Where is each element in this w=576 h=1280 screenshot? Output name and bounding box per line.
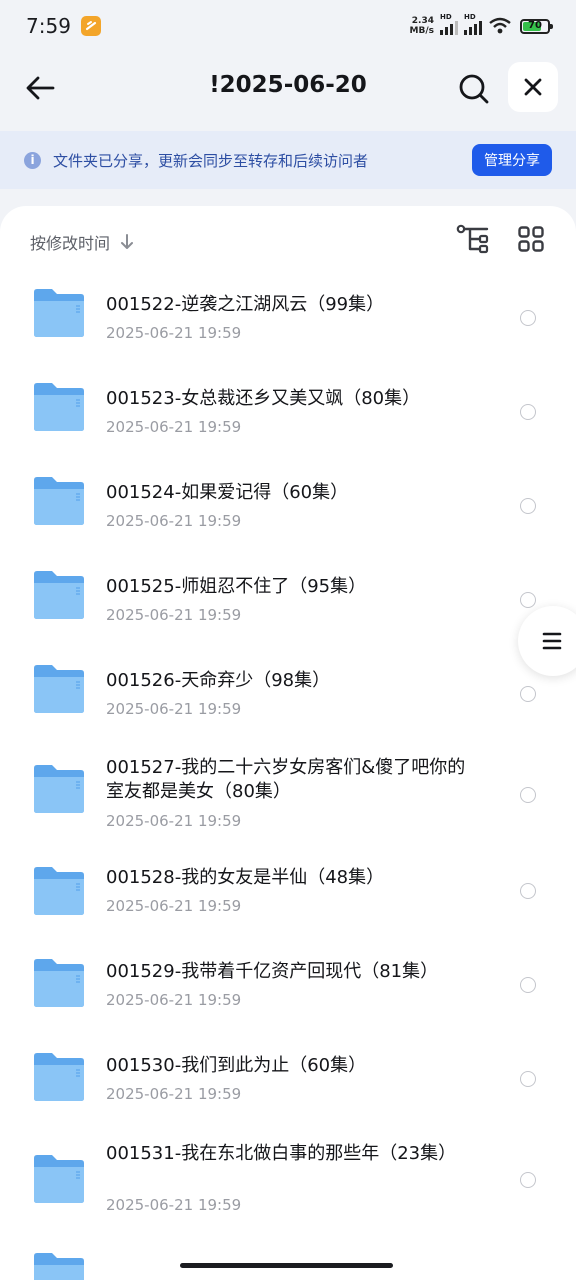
list-item[interactable]: 001528-我的女友是半仙（48集） 2025-06-21 19:59 — [0, 844, 576, 938]
folder-date: 2025-06-21 19:59 — [106, 812, 242, 830]
select-radio[interactable] — [520, 310, 536, 326]
folder-date: 2025-06-21 19:59 — [106, 606, 242, 624]
select-radio[interactable] — [520, 787, 536, 803]
list-item[interactable]: 001527-我的二十六岁女房客们&傻了吧你的室友都是美女（80集） 2025-… — [0, 738, 576, 844]
grid-view-button[interactable] — [518, 226, 546, 254]
status-bar: 7:59 2.34 MB/s HD HD 70 — [0, 0, 576, 52]
sort-down-arrow-icon — [121, 234, 134, 249]
folder-icon — [34, 765, 84, 813]
folder-name: 001525-师姐忍不住了（95集） — [106, 576, 367, 597]
status-right: 2.34 MB/s HD HD 70 — [410, 13, 553, 36]
folder-name: 001529-我带着千亿资产回现代（81集） — [106, 961, 439, 982]
folder-icon — [34, 477, 84, 525]
select-radio[interactable] — [520, 1071, 536, 1087]
header: !2025-06-20 — [0, 52, 576, 128]
select-radio[interactable] — [520, 686, 536, 702]
folder-name: 001523-女总裁还乡又美又飒（80集） — [106, 388, 421, 409]
hd-label: HD — [464, 13, 476, 21]
folder-icon — [34, 571, 84, 619]
folder-icon — [34, 665, 84, 713]
folder-name: 001531-我在东北做白事的那些年（23集） — [106, 1143, 457, 1164]
folder-icon — [34, 959, 84, 1007]
page-title: !2025-06-20 — [209, 72, 367, 98]
folder-date: 2025-06-21 19:59 — [106, 324, 242, 342]
back-arrow-icon — [26, 76, 55, 100]
folder-date: 2025-06-21 19:59 — [106, 418, 242, 436]
list-item[interactable]: 001529-我带着千亿资产回现代（81集） 2025-06-21 19:59 — [0, 938, 576, 1032]
select-radio[interactable] — [520, 592, 536, 608]
hd-label: HD — [440, 13, 452, 21]
network-speed: 2.34 MB/s — [410, 16, 434, 36]
select-radio[interactable] — [520, 498, 536, 514]
list-item[interactable]: 001523-女总裁还乡又美又飒（80集） 2025-06-21 19:59 — [0, 362, 576, 456]
folder-name: 001526-天命弃少（98集） — [106, 670, 331, 691]
close-button[interactable] — [508, 62, 558, 112]
sort-label: 按修改时间 — [30, 234, 111, 253]
folder-date: 2025-06-21 19:59 — [106, 1196, 242, 1214]
folder-date: 2025-06-21 19:59 — [106, 700, 242, 718]
folder-icon — [34, 867, 84, 915]
wifi-icon — [489, 17, 511, 34]
folder-name: 001524-如果爱记得（60集） — [106, 482, 349, 503]
list-item[interactable]: 001530-我们到此为止（60集） 2025-06-21 19:59 — [0, 1032, 576, 1126]
file-list: 001522-逆袭之江湖风云（99集） 2025-06-21 19:59 001… — [0, 268, 576, 1280]
folder-date: 2025-06-21 19:59 — [106, 512, 242, 530]
list-item[interactable] — [0, 1238, 576, 1280]
signal-icon: HD — [464, 13, 482, 35]
grid-icon — [518, 226, 544, 252]
home-indicator[interactable] — [180, 1263, 393, 1268]
manage-share-button[interactable]: 管理分享 — [472, 144, 552, 176]
select-radio[interactable] — [520, 1172, 536, 1188]
select-radio[interactable] — [520, 977, 536, 993]
list-item[interactable]: 001524-如果爱记得（60集） 2025-06-21 19:59 — [0, 456, 576, 550]
info-icon: i — [24, 151, 41, 169]
select-radio[interactable] — [520, 404, 536, 420]
signal-icon: HD — [440, 13, 458, 35]
folder-date: 2025-06-21 19:59 — [106, 1085, 242, 1103]
sort-control[interactable]: 按修改时间 — [30, 230, 134, 254]
status-left: 7:59 — [26, 14, 101, 38]
folder-date: 2025-06-21 19:59 — [106, 991, 242, 1009]
menu-icon — [542, 632, 562, 650]
search-icon — [459, 74, 489, 104]
share-banner-text: 文件夹已分享，更新会同步至转存和后续访问者 — [53, 151, 369, 170]
folder-icon — [34, 289, 84, 337]
folder-date: 2025-06-21 19:59 — [106, 897, 242, 915]
battery-icon: 70 — [520, 18, 553, 34]
list-item[interactable]: 001526-天命弃少（98集） 2025-06-21 19:59 — [0, 644, 576, 738]
folder-icon — [34, 1253, 84, 1280]
folder-icon — [34, 1053, 84, 1101]
select-radio[interactable] — [520, 883, 536, 899]
search-button[interactable] — [454, 69, 494, 109]
list-item[interactable]: 001531-我在东北做白事的那些年（23集） 2025-06-21 19:59 — [0, 1126, 576, 1238]
tree-view-button[interactable] — [456, 224, 490, 254]
folder-name: 001528-我的女友是半仙（48集） — [106, 867, 385, 888]
network-speed-unit: MB/s — [409, 26, 434, 36]
folder-icon — [34, 383, 84, 431]
app-notification-icon — [80, 16, 101, 36]
list-item[interactable]: 001525-师姐忍不住了（95集） 2025-06-21 19:59 — [0, 550, 576, 644]
list-item[interactable]: 001522-逆袭之江湖风云（99集） 2025-06-21 19:59 — [0, 268, 576, 362]
tree-structure-icon — [456, 224, 489, 254]
folder-name: 001530-我们到此为止（60集） — [106, 1055, 367, 1076]
network-speed-value: 2.34 — [411, 16, 434, 26]
folder-name: 001527-我的二十六岁女房客们&傻了吧你的室友都是美女（80集） — [106, 757, 466, 802]
file-list-card: 按修改时间 001522-逆袭之江湖风云（99集） 2025-06-21 19:… — [0, 206, 576, 1280]
status-time: 7:59 — [26, 14, 71, 38]
folder-name: 001522-逆袭之江湖风云（99集） — [106, 294, 385, 315]
folder-icon — [34, 1155, 84, 1203]
share-banner: i 文件夹已分享，更新会同步至转存和后续访问者 管理分享 — [0, 131, 576, 189]
back-button[interactable] — [22, 70, 58, 106]
battery-level: 70 — [528, 19, 542, 31]
close-icon — [524, 78, 542, 96]
